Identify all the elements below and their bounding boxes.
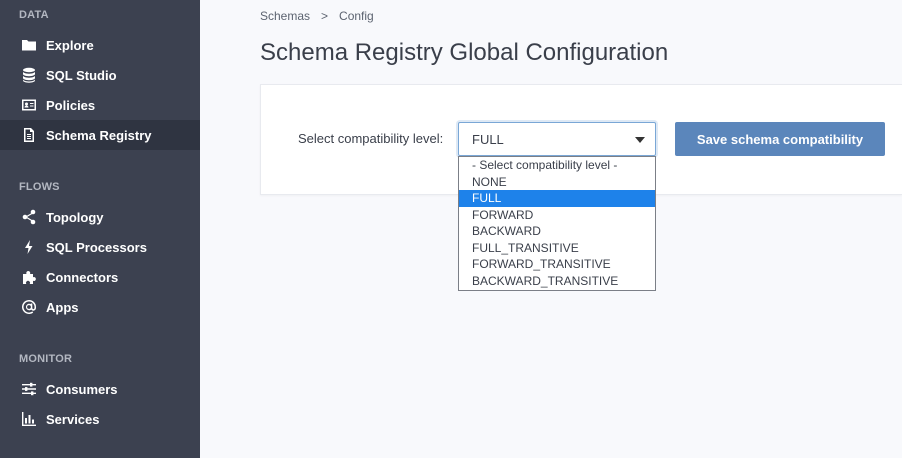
option-forward[interactable]: FORWARD bbox=[459, 207, 655, 224]
sidebar-item-label: Topology bbox=[46, 209, 104, 225]
bar-chart-icon bbox=[20, 410, 38, 428]
compatibility-level-dropdown: - Select compatibility level - NONE FULL… bbox=[458, 156, 656, 291]
page-title: Schema Registry Global Configuration bbox=[260, 39, 669, 66]
sidebar-item-policies[interactable]: Policies bbox=[0, 90, 200, 120]
id-card-icon bbox=[20, 96, 38, 114]
select-value: FULL bbox=[472, 132, 504, 147]
sidebar-item-connectors[interactable]: Connectors bbox=[0, 262, 200, 292]
option-full[interactable]: FULL bbox=[459, 190, 655, 207]
at-icon bbox=[20, 298, 38, 316]
sidebar-item-schema-registry[interactable]: Schema Registry bbox=[0, 120, 200, 150]
sidebar-item-label: Connectors bbox=[46, 269, 119, 285]
sidebar-item-label: Explore bbox=[46, 37, 94, 53]
option-full-transitive[interactable]: FULL_TRANSITIVE bbox=[459, 240, 655, 257]
option-backward-transitive[interactable]: BACKWARD_TRANSITIVE bbox=[459, 273, 655, 290]
sidebar-item-apps[interactable]: Apps bbox=[0, 292, 200, 322]
breadcrumb-schemas-link[interactable]: Schemas bbox=[260, 9, 310, 23]
option-none[interactable]: NONE bbox=[459, 174, 655, 191]
option-forward-transitive[interactable]: FORWARD_TRANSITIVE bbox=[459, 256, 655, 273]
sidebar-item-label: Apps bbox=[46, 299, 79, 315]
sidebar-item-explore[interactable]: Explore bbox=[0, 30, 200, 60]
sidebar-item-sql-studio[interactable]: SQL Studio bbox=[0, 60, 200, 90]
option-placeholder[interactable]: - Select compatibility level - bbox=[459, 157, 655, 174]
sidebar-item-label: Services bbox=[46, 411, 100, 427]
sidebar-section-monitor: MONITOR bbox=[19, 353, 73, 365]
document-icon bbox=[20, 126, 38, 144]
breadcrumb: Schemas > Config bbox=[260, 9, 374, 23]
option-backward[interactable]: BACKWARD bbox=[459, 223, 655, 240]
compatibility-level-select[interactable]: FULL bbox=[458, 122, 656, 156]
sidebar-section-flows: FLOWS bbox=[19, 181, 60, 193]
save-schema-compatibility-button[interactable]: Save schema compatibility bbox=[675, 122, 885, 156]
puzzle-icon bbox=[20, 268, 38, 286]
sidebar-section-data: DATA bbox=[19, 9, 49, 21]
compatibility-level-label: Select compatibility level: bbox=[298, 131, 444, 146]
sidebar-item-label: Schema Registry bbox=[46, 127, 152, 143]
folder-icon bbox=[20, 36, 38, 54]
sidebar-item-sql-processors[interactable]: SQL Processors bbox=[0, 232, 200, 262]
sidebar: DATA Explore SQL Studio Policies Schema … bbox=[0, 0, 200, 458]
bolt-icon bbox=[20, 238, 38, 256]
sidebar-item-label: Policies bbox=[46, 97, 96, 113]
breadcrumb-current: Config bbox=[339, 9, 374, 23]
breadcrumb-separator-icon: > bbox=[321, 9, 329, 23]
sidebar-item-consumers[interactable]: Consumers bbox=[0, 374, 200, 404]
database-icon bbox=[20, 66, 38, 84]
sidebar-item-label: SQL Studio bbox=[46, 67, 117, 83]
caret-down-icon bbox=[635, 137, 645, 143]
sliders-icon bbox=[20, 380, 38, 398]
sidebar-item-services[interactable]: Services bbox=[0, 404, 200, 434]
sidebar-item-topology[interactable]: Topology bbox=[0, 202, 200, 232]
share-icon bbox=[20, 208, 38, 226]
sidebar-item-label: SQL Processors bbox=[46, 239, 147, 255]
sidebar-item-label: Consumers bbox=[46, 381, 118, 397]
